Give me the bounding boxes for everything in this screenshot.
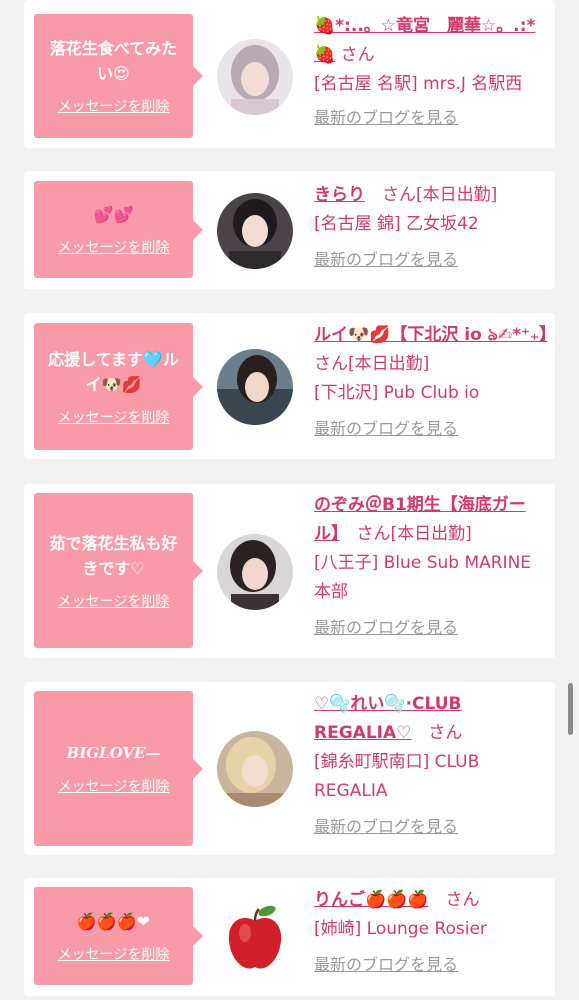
honorific: さん (340, 45, 375, 65)
message-card: BIGLOVE— メッセージを削除 ♡🫧れい🫧·CLUB REGALIA♡ さん… (24, 682, 555, 855)
latest-blog-link[interactable]: 最新のブログを見る (314, 812, 549, 841)
delete-message-link[interactable]: メッセージを削除 (58, 776, 170, 796)
avatar-image (217, 349, 293, 425)
avatar-image (217, 534, 293, 610)
apple-image (217, 899, 293, 975)
honorific: さん (314, 354, 348, 374)
message-text: 🍎🍎🍎❤︎ (76, 911, 151, 931)
shop-name: [名古屋 名駅] mrs.J 名駅西 (314, 74, 523, 94)
avatar[interactable] (217, 731, 293, 807)
message-card: 茹で落花生私も好きです♡ メッセージを削除 のぞみ＠B1期生【海底ガール】 さん… (24, 484, 555, 658)
avatar-image (217, 193, 293, 269)
avatar[interactable] (217, 534, 293, 610)
latest-blog-link[interactable]: 最新のブログを見る (314, 950, 549, 979)
latest-blog-link[interactable]: 最新のブログを見る (314, 245, 549, 274)
scrollbar[interactable] (568, 683, 573, 735)
avatar-image (217, 39, 293, 115)
girl-info: りんご🍎🍎🍎 さん [姉崎] Lounge Rosier 最新のブログを見る (314, 886, 549, 979)
latest-blog-link[interactable]: 最新のブログを見る (314, 103, 549, 132)
girl-name-link[interactable]: ルイ🐶💋【下北沢 io ঌ✍︎*⁺₊】 (314, 325, 548, 345)
honorific: さん (382, 185, 416, 205)
girl-info: 🍓*:..。☆竜宮 麗華☆。.:*🍓 さん [名古屋 名駅] mrs.J 名駅西… (314, 12, 549, 132)
girl-name-link[interactable]: きらり (314, 185, 365, 205)
avatar[interactable] (217, 39, 293, 115)
delete-message-link[interactable]: メッセージを削除 (58, 237, 170, 257)
message-text: 💕💕 (93, 205, 134, 224)
message-card: 応援してます🩵ルイ🐶💋 メッセージを削除 ルイ🐶💋【下北沢 io ঌ✍︎*⁺₊】… (24, 313, 555, 459)
message-text: BIGLOVE— (66, 744, 161, 762)
shop-name: [下北沢] Pub Club io (314, 383, 480, 403)
message-text: 茹で落花生私も好きです♡ (49, 533, 178, 578)
message-bubble: 💕💕 メッセージを削除 (34, 181, 203, 278)
work-status: [本日出勤] (348, 354, 430, 374)
girl-info: のぞみ＠B1期生【海底ガール】 さん[本日出勤] [八王子] Blue Sub … (314, 491, 549, 642)
honorific: さん (356, 524, 391, 544)
avatar-image (217, 731, 293, 807)
avatar[interactable] (217, 899, 293, 975)
message-bubble: 落花生食べてみたい😍 メッセージを削除 (34, 14, 203, 138)
honorific: さん (445, 890, 480, 910)
message-card: 落花生食べてみたい😍 メッセージを削除 🍓*:..。☆竜宮 麗華☆。.:*🍓 さ… (24, 0, 555, 148)
message-text: 落花生食べてみたい😍 (49, 39, 178, 83)
latest-blog-link[interactable]: 最新のブログを見る (314, 414, 549, 443)
latest-blog-link[interactable]: 最新のブログを見る (314, 613, 549, 642)
message-bubble: 茹で落花生私も好きです♡ メッセージを削除 (34, 493, 203, 648)
message-card: 💕💕 メッセージを削除 きらり さん[本日出勤] [名古屋 錦] 乙女坂42 最… (24, 171, 555, 289)
message-bubble: 応援してます🩵ルイ🐶💋 メッセージを削除 (34, 323, 203, 450)
message-bubble: 🍎🍎🍎❤︎ メッセージを削除 (34, 887, 203, 985)
girl-name-link[interactable]: りんご🍎🍎🍎 (314, 890, 429, 910)
shop-name: [八王子] Blue Sub MARINE 本部 (314, 553, 532, 602)
honorific: さん (428, 723, 463, 743)
delete-message-link[interactable]: メッセージを削除 (58, 407, 170, 427)
message-card: 🍎🍎🍎❤︎ メッセージを削除 りんご🍎🍎🍎 さん [姉崎] Lounge Ros… (24, 878, 555, 996)
delete-message-link[interactable]: メッセージを削除 (58, 591, 170, 611)
message-text: 応援してます🩵ルイ🐶💋 (48, 349, 179, 394)
message-bubble: BIGLOVE— メッセージを削除 (34, 691, 203, 846)
work-status: [本日出勤] (416, 185, 498, 205)
delete-message-link[interactable]: メッセージを削除 (58, 96, 170, 116)
girl-info: ♡🫧れい🫧·CLUB REGALIA♡ さん [錦糸町駅南口] CLUB REG… (314, 690, 549, 841)
shop-name: [名古屋 錦] 乙女坂42 (314, 214, 479, 234)
girl-info: きらり さん[本日出勤] [名古屋 錦] 乙女坂42 最新のブログを見る (314, 181, 549, 274)
girl-info: ルイ🐶💋【下北沢 io ঌ✍︎*⁺₊】 さん[本日出勤] [下北沢] Pub C… (314, 321, 549, 443)
shop-name: [錦糸町駅南口] CLUB REGALIA (314, 752, 480, 801)
avatar[interactable] (217, 193, 293, 269)
delete-message-link[interactable]: メッセージを削除 (58, 944, 170, 964)
shop-name: [姉崎] Lounge Rosier (314, 919, 487, 939)
avatar[interactable] (217, 349, 293, 425)
work-status: [本日出勤] (390, 524, 472, 544)
